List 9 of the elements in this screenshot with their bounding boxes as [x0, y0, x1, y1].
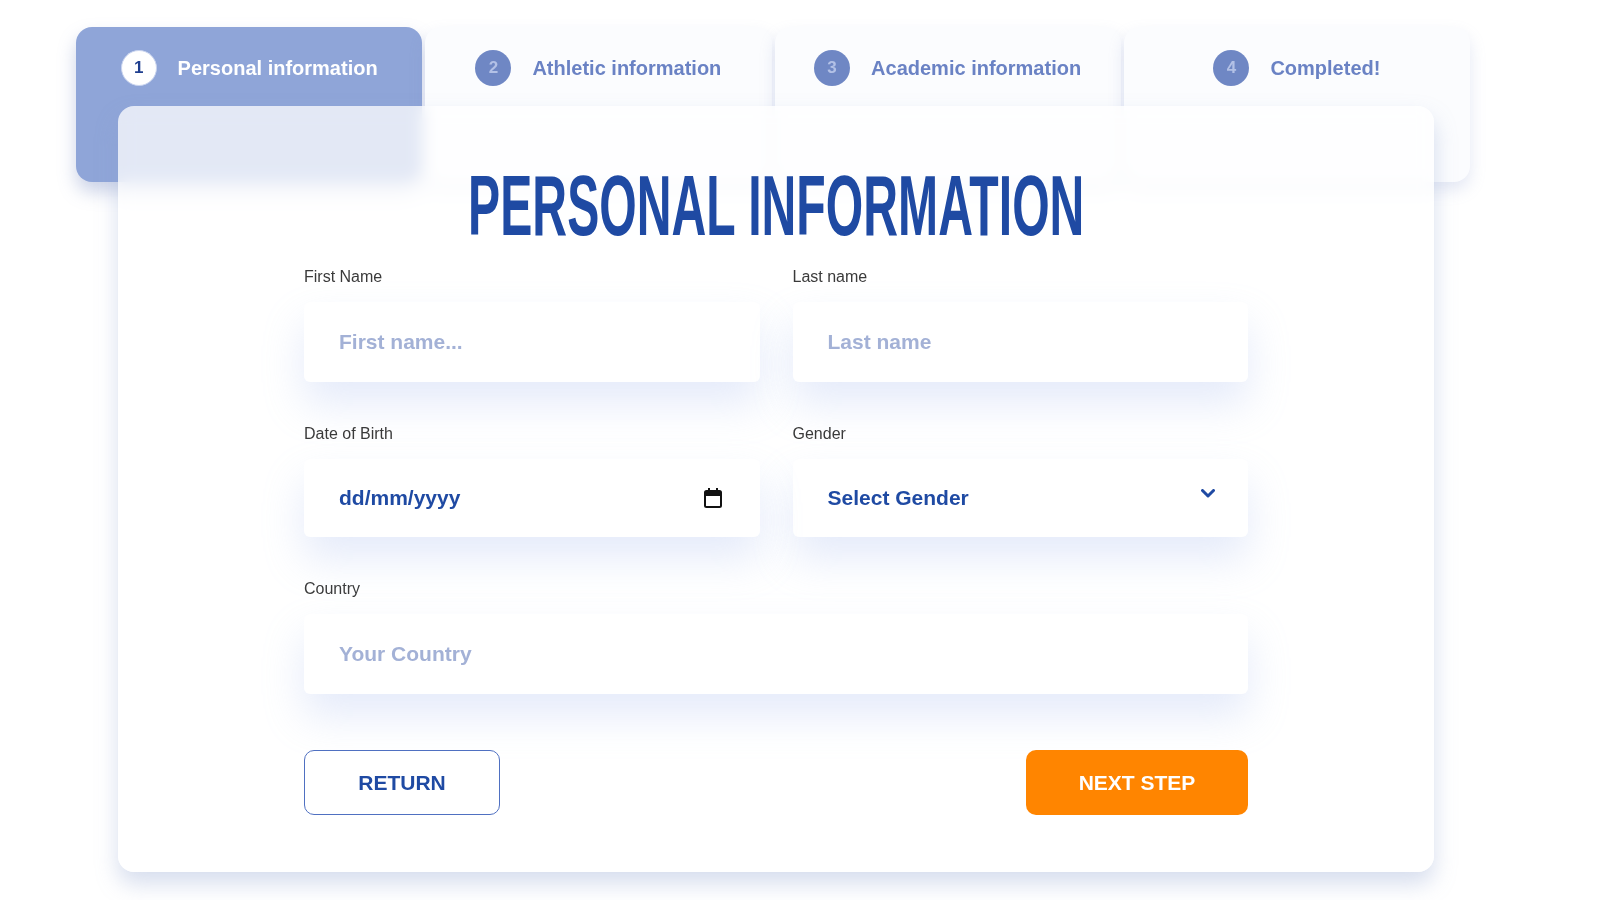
- step-number: 4: [1213, 50, 1250, 86]
- step-number: 3: [814, 50, 851, 86]
- step-number: 2: [475, 50, 512, 86]
- field-label: First Name: [304, 267, 383, 287]
- field-label: Date of Birth: [304, 424, 393, 444]
- field-label: Last name: [792, 267, 868, 287]
- field-label: Country: [304, 579, 361, 599]
- field-label: Gender: [792, 424, 846, 444]
- step-number: 1: [120, 50, 157, 86]
